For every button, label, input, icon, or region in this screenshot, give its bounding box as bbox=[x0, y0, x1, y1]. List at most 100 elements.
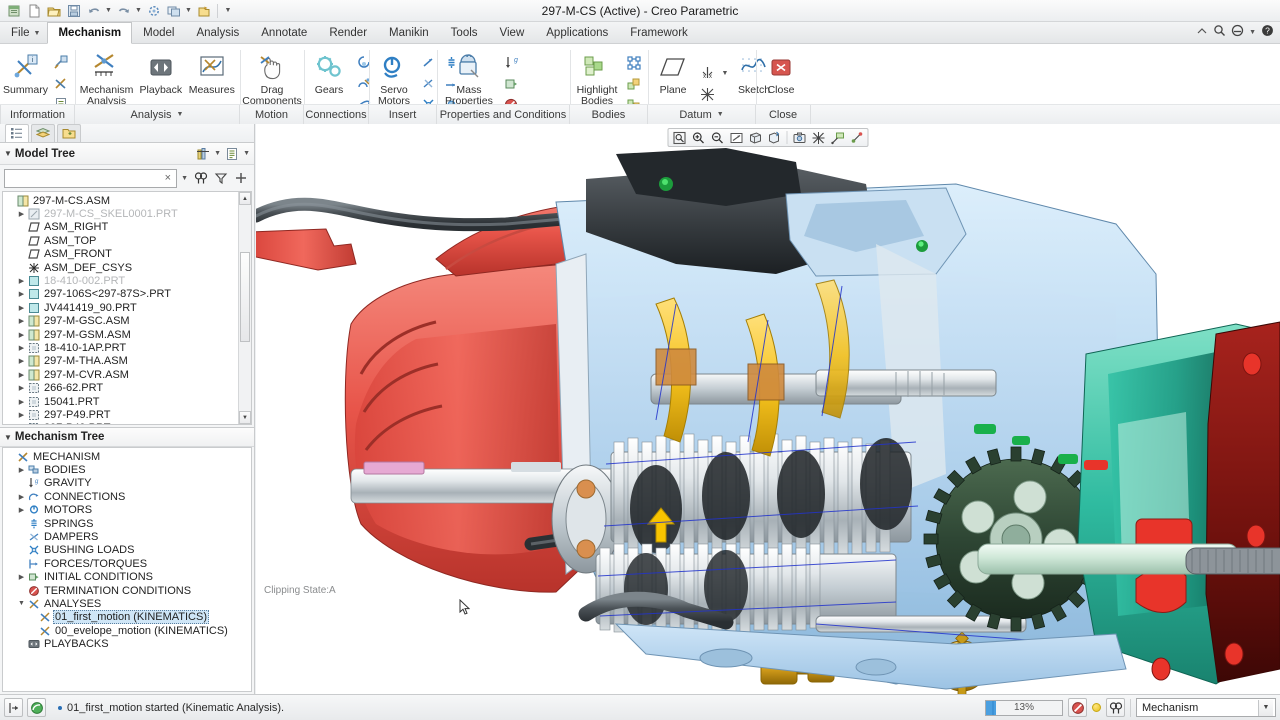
scroll-up-icon[interactable]: ▲ bbox=[239, 192, 251, 205]
model-tree-item-row[interactable]: ▶297-P49.PRT bbox=[5, 422, 238, 424]
model-tree-item-expander-icon[interactable]: ▶ bbox=[16, 411, 27, 419]
model-tree-item-row[interactable]: ▶297-106S<297-87S>.PRT bbox=[5, 288, 238, 301]
account-dropdown-icon[interactable]: ▼ bbox=[1249, 29, 1256, 36]
model-tree-item-row[interactable]: ASM_TOP bbox=[5, 234, 238, 247]
new-icon[interactable] bbox=[24, 2, 43, 20]
mechanism-tree-item-row[interactable]: MECHANISM bbox=[5, 450, 251, 463]
point-icon[interactable]: xx bbox=[696, 63, 718, 83]
model-tree-item-row[interactable]: ▶297-M-THA.ASM bbox=[5, 355, 238, 368]
mechanism-tree-item-row[interactable]: SPRINGS bbox=[5, 517, 251, 530]
mechanism-tree-item-row[interactable]: ▶CONNECTIONS bbox=[5, 490, 251, 503]
model-tree-item-row[interactable]: ▶297-M-GSC.ASM bbox=[5, 315, 238, 328]
model-tree-item-row[interactable]: ASM_RIGHT bbox=[5, 221, 238, 234]
model-tree-item-expander-icon[interactable]: ▶ bbox=[16, 398, 27, 406]
model-tree-list[interactable]: 297-M-CS.ASM▶297-M-CS_SKEL0001.PRTASM_RI… bbox=[3, 192, 238, 424]
mechanism-tree-item-expander-icon[interactable]: ▶ bbox=[16, 506, 27, 514]
stop-icon[interactable] bbox=[1068, 698, 1087, 717]
mechanism-tree-collapse-icon[interactable]: ▼ bbox=[4, 433, 12, 442]
model-tree-item-row[interactable]: ▶266-62.PRT bbox=[5, 381, 238, 394]
scrollbar-thumb[interactable] bbox=[240, 252, 250, 342]
coordinate-system-icon[interactable] bbox=[696, 84, 718, 104]
saved-orientations-icon[interactable] bbox=[766, 129, 784, 146]
mechanism-tree-item-expander-icon[interactable]: ▶ bbox=[16, 573, 27, 581]
model-tree-item-expander-icon[interactable]: ▶ bbox=[16, 384, 27, 392]
zoom-out-icon[interactable] bbox=[709, 129, 727, 146]
model-tree-item-expander-icon[interactable]: ▶ bbox=[16, 357, 27, 365]
model-tree-item-row[interactable]: ▶297-M-CVR.ASM bbox=[5, 368, 238, 381]
account-icon[interactable] bbox=[1231, 24, 1244, 40]
mechanism-tree-item-row[interactable]: FORCES/TORQUES bbox=[5, 557, 251, 570]
save-icon[interactable] bbox=[64, 2, 83, 20]
ribbon-tab-view[interactable]: View bbox=[489, 22, 536, 43]
zoom-in-icon[interactable] bbox=[690, 129, 708, 146]
tab-layer-tree[interactable] bbox=[31, 124, 55, 142]
ribbon-tab-annotate[interactable]: Annotate bbox=[250, 22, 318, 43]
regenerate-info-icon[interactable] bbox=[50, 53, 72, 73]
ribbon-tab-file[interactable]: File▼ bbox=[0, 22, 47, 43]
model-tree-item-row[interactable]: ▶297-M-CS_SKEL0001.PRT bbox=[5, 207, 238, 220]
window-list-dropdown-icon[interactable]: ▼ bbox=[184, 2, 193, 20]
mechanism-tree-list[interactable]: MECHANISM▶BODIESgGRAVITY▶CONNECTIONS▶MOT… bbox=[5, 450, 251, 651]
selection-filter-icon[interactable] bbox=[4, 698, 23, 717]
mechanism-tree-item-expander-icon[interactable]: ▼ bbox=[16, 600, 27, 607]
graphics-window[interactable]: Clipping State:A bbox=[256, 124, 1280, 694]
model-tree-item-expander-icon[interactable]: ▶ bbox=[16, 277, 27, 285]
ribbon-tab-tools[interactable]: Tools bbox=[440, 22, 489, 43]
scroll-down-icon[interactable]: ▼ bbox=[239, 411, 251, 424]
tree-filters-icon[interactable] bbox=[194, 145, 212, 162]
regenerate-icon[interactable] bbox=[144, 2, 163, 20]
window-icon[interactable] bbox=[4, 2, 23, 20]
model-tree-item-row[interactable]: ▶297-M-GSM.ASM bbox=[5, 328, 238, 341]
ribbon-tab-framework[interactable]: Framework bbox=[619, 22, 699, 43]
model-tree-item-expander-icon[interactable]: ▶ bbox=[16, 317, 27, 325]
mechanism-tree-item-row[interactable]: BUSHING LOADS bbox=[5, 544, 251, 557]
display-style-icon[interactable] bbox=[747, 129, 765, 146]
mechanism-tree-item-row[interactable]: PLAYBACKS bbox=[5, 637, 251, 650]
clear-search-icon[interactable]: × bbox=[163, 172, 173, 184]
annotation-display-icon[interactable] bbox=[829, 129, 847, 146]
model-tree-item-expander-icon[interactable]: ▶ bbox=[16, 331, 27, 339]
minimize-ribbon-icon[interactable] bbox=[1196, 25, 1208, 40]
mechanism-tree-item-row[interactable]: 00_evelope_motion (KINEMATICS) bbox=[5, 624, 251, 637]
ribbon-tab-render[interactable]: Render bbox=[318, 22, 378, 43]
undo-dropdown-icon[interactable]: ▼ bbox=[104, 2, 113, 20]
ribbon-tab-model[interactable]: Model bbox=[132, 22, 185, 43]
search-options-dropdown-icon[interactable]: ▼ bbox=[179, 175, 190, 182]
force-torque-icon[interactable] bbox=[417, 53, 439, 73]
redo-dropdown-icon[interactable]: ▼ bbox=[134, 2, 143, 20]
model-tree-item-expander-icon[interactable]: ▶ bbox=[16, 290, 27, 298]
datum-display-icon[interactable] bbox=[810, 129, 828, 146]
mechanism-tree-item-row[interactable]: TERMINATION CONDITIONS bbox=[5, 584, 251, 597]
refit-icon[interactable] bbox=[671, 129, 689, 146]
mechanism-tree-item-row[interactable]: ▶BODIES bbox=[5, 463, 251, 476]
tree-filters-dropdown-icon[interactable]: ▼ bbox=[214, 150, 221, 157]
repaint-icon[interactable] bbox=[728, 129, 746, 146]
model-tree-item-row[interactable]: 297-M-CS.ASM bbox=[5, 194, 238, 207]
window-list-icon[interactable] bbox=[164, 2, 183, 20]
find-icon[interactable] bbox=[192, 170, 210, 187]
model-tree-scrollbar[interactable]: ▲ ▼ bbox=[238, 192, 251, 424]
body-color-icon[interactable] bbox=[623, 74, 645, 94]
search-input[interactable] bbox=[8, 171, 163, 185]
mechanism-tree-item-row[interactable]: ▶INITIAL CONDITIONS bbox=[5, 571, 251, 584]
ribbon-tab-mechanism[interactable]: Mechanism bbox=[47, 22, 132, 44]
search-input-wrapper[interactable]: × bbox=[4, 169, 177, 188]
connections-info-icon[interactable] bbox=[50, 74, 72, 94]
search-icon[interactable] bbox=[1213, 24, 1226, 40]
customize-qat-icon[interactable]: ▼ bbox=[222, 2, 234, 20]
close-window-icon[interactable] bbox=[194, 2, 213, 20]
open-icon[interactable] bbox=[44, 2, 63, 20]
gravity-icon[interactable]: g bbox=[500, 53, 522, 73]
model-tree-item-row[interactable]: ASM_FRONT bbox=[5, 248, 238, 261]
model-tree-item-expander-icon[interactable]: ▶ bbox=[16, 210, 27, 218]
mechanism-tree-item-row[interactable]: ▶MOTORS bbox=[5, 504, 251, 517]
mechanism-tree-item-row[interactable]: DAMPERS bbox=[5, 530, 251, 543]
model-tree-item-row[interactable]: ▶18-410-002.PRT bbox=[5, 274, 238, 287]
model-tree-item-expander-icon[interactable]: ▶ bbox=[16, 304, 27, 312]
model-tree-item-row[interactable]: ▶297-P49.PRT bbox=[5, 408, 238, 421]
redo-icon[interactable] bbox=[114, 2, 133, 20]
tree-settings-dropdown-icon[interactable]: ▼ bbox=[243, 150, 250, 157]
appearance-icon[interactable] bbox=[27, 698, 46, 717]
mechanism-tree-item-row[interactable]: ▼ANALYSES bbox=[5, 597, 251, 610]
mechanism-tree-item-row[interactable]: 01_first_motion (KINEMATICS) bbox=[5, 611, 251, 624]
